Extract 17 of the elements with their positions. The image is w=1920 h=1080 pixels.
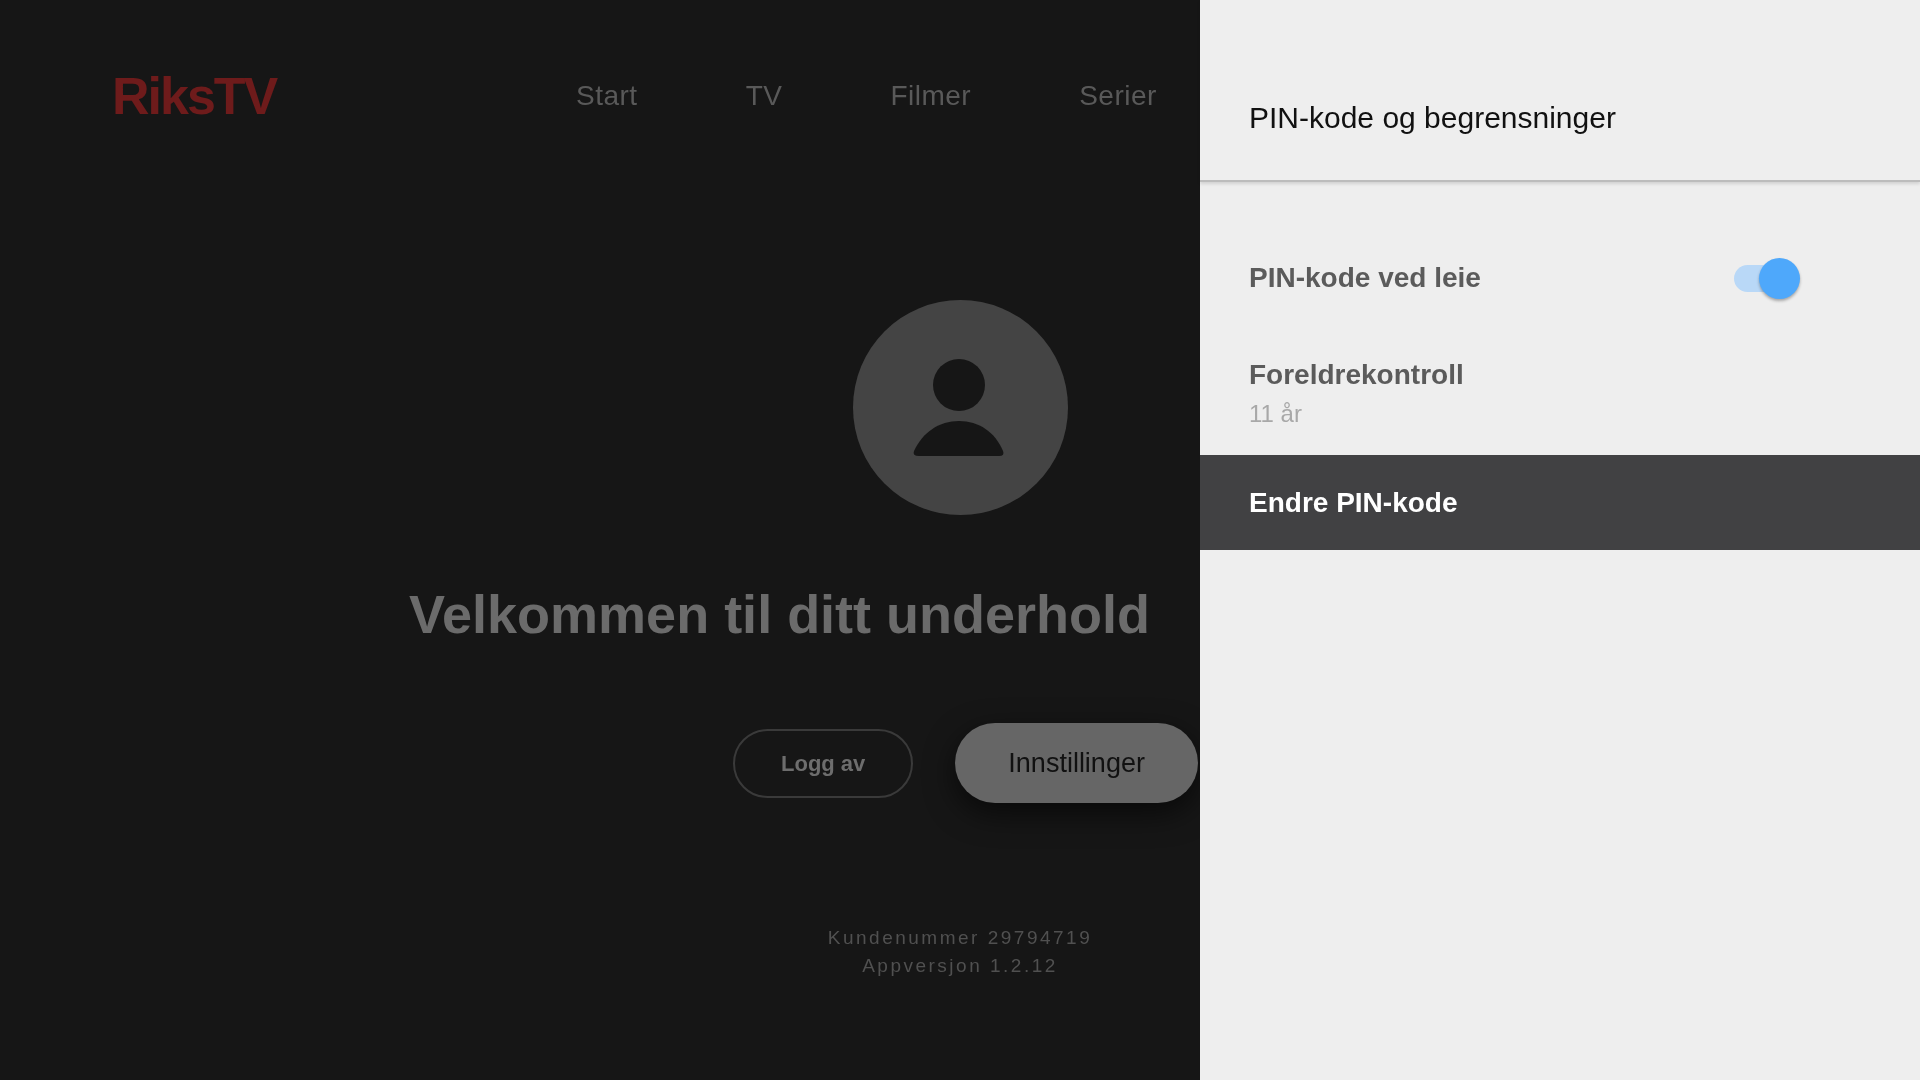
app-version-text: Appversjon 1.2.12 [862, 954, 1058, 978]
menu-item-value: 11 år [1249, 399, 1302, 429]
settings-button[interactable]: Innstillinger [955, 723, 1198, 803]
panel-title: PIN-kode og begrensninger [1249, 100, 1616, 136]
menu-item[interactable]: PIN-kode ved leie [1200, 230, 1920, 326]
nav-item[interactable]: Start [576, 82, 638, 110]
nav-item[interactable]: TV [745, 82, 783, 110]
logout-button[interactable]: Logg av [733, 728, 914, 798]
welcome-heading: Velkommen til ditt underhold [409, 587, 1151, 641]
toggle-switch[interactable] [1734, 257, 1800, 299]
customer-number-text: Kundenummer 29794719 [827, 926, 1093, 950]
person-avatar-icon [852, 300, 1068, 515]
nav-item[interactable]: Serier [1079, 82, 1157, 110]
logo: RiksTV [112, 70, 277, 122]
menu-item[interactable]: Foreldrekontroll 11 år [1200, 326, 1920, 455]
nav-item[interactable]: Filmer [890, 82, 972, 110]
menu-item[interactable]: Endre PIN-kode [1200, 455, 1920, 550]
